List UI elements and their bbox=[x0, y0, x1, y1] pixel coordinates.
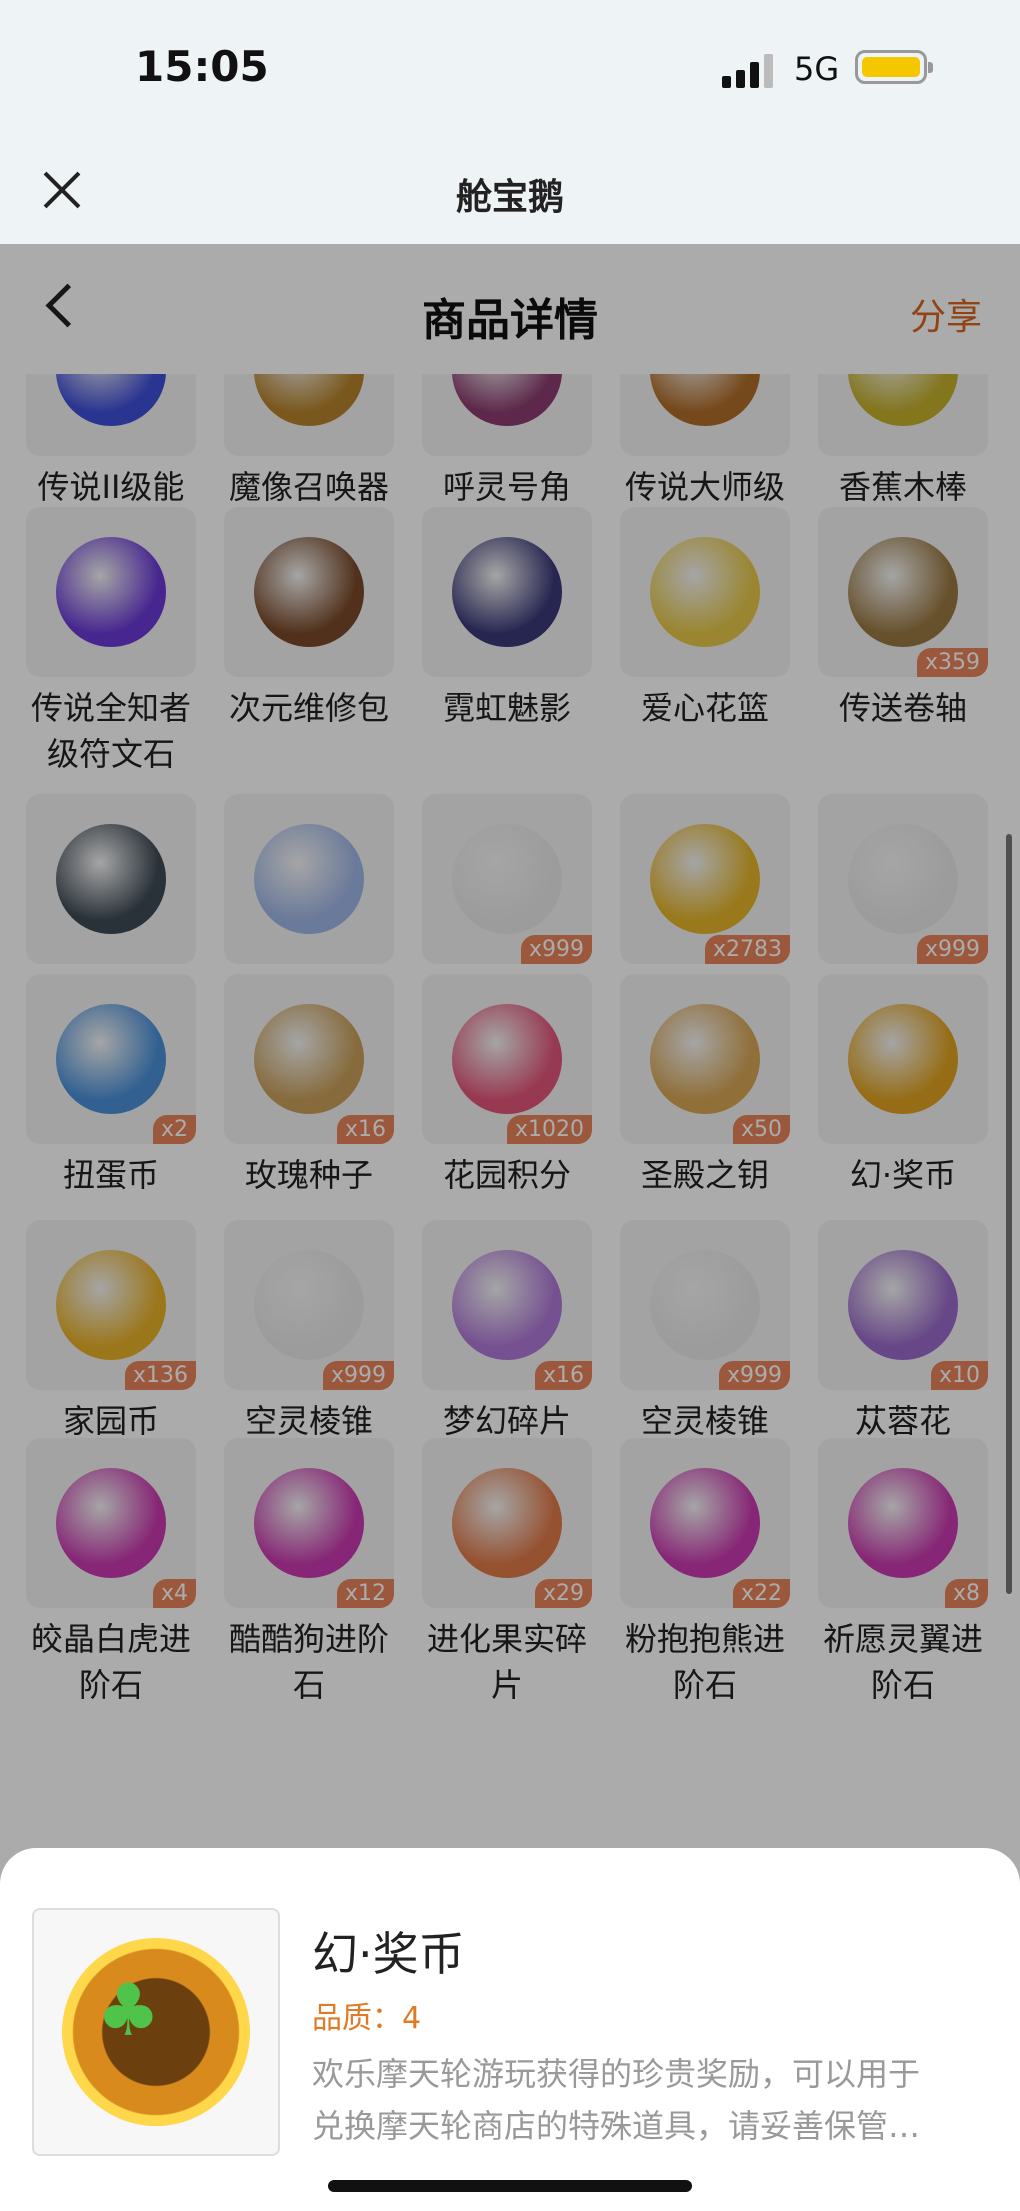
app-header: 舱宝鹅 bbox=[0, 140, 1020, 244]
item-detail-sheet: ♣ 幻·奖币 品质：4 欢乐摩天轮游玩获得的珍贵奖励，可以用于 兑换摩天轮商店的… bbox=[0, 1848, 1020, 2211]
item-description-line: 兑换摩天轮商店的特殊道具，请妥善保管… bbox=[312, 2107, 921, 2145]
home-indicator bbox=[328, 2180, 692, 2192]
status-bar: 15:05 5G bbox=[0, 0, 1020, 140]
item-thumbnail: ♣ bbox=[32, 1908, 280, 2156]
item-description-line: 欢乐摩天轮游玩获得的珍贵奖励，可以用于 bbox=[312, 2055, 921, 2093]
status-time: 15:05 bbox=[135, 42, 269, 91]
signal-icon bbox=[722, 54, 774, 88]
battery-icon bbox=[855, 50, 933, 84]
item-quality: 品质：4 bbox=[312, 2001, 422, 2036]
network-label: 5G bbox=[794, 50, 840, 88]
clover-icon: ♣ bbox=[96, 1968, 161, 2052]
item-description: 欢乐摩天轮游玩获得的珍贵奖励，可以用于 兑换摩天轮商店的特殊道具，请妥善保管… bbox=[312, 2048, 992, 2152]
item-name: 幻·奖币 bbox=[312, 1927, 465, 1981]
app-title: 舱宝鹅 bbox=[455, 177, 564, 218]
